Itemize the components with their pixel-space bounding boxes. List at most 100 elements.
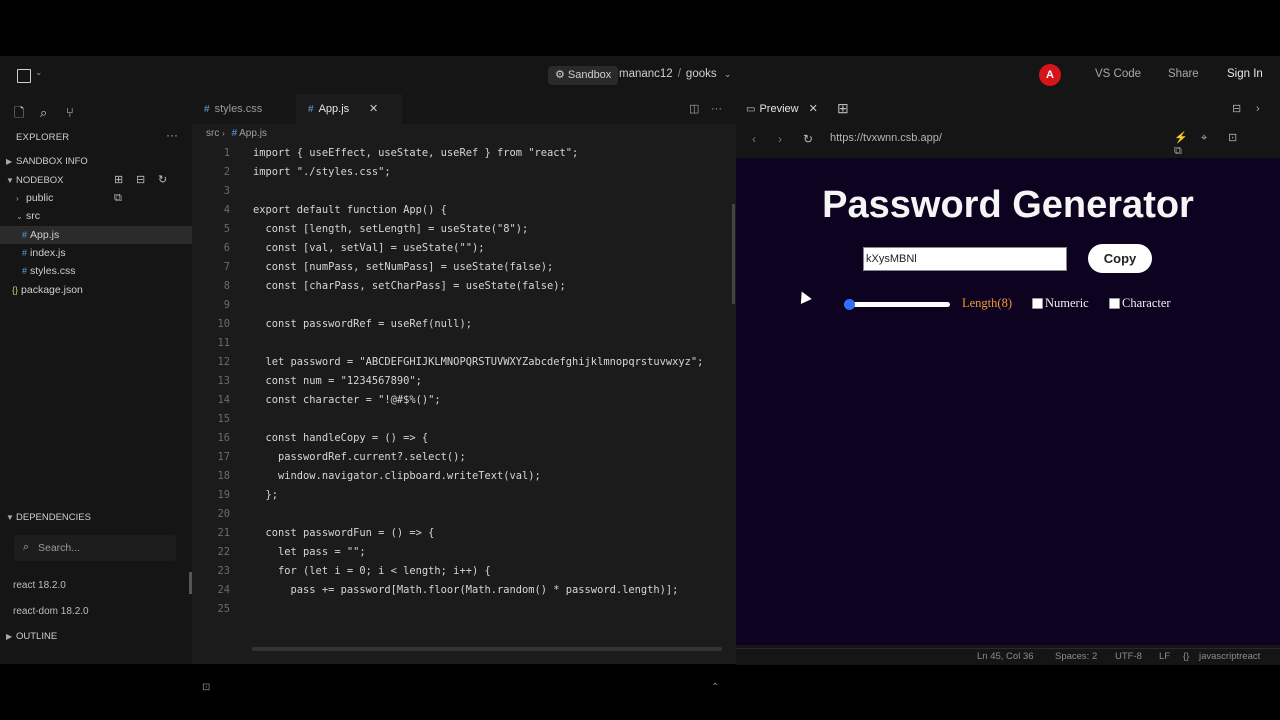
breadcrumb-file[interactable]: App.js: [239, 128, 267, 139]
indentation[interactable]: Spaces: 2: [1055, 651, 1097, 662]
editor-vertical-scrollbar[interactable]: [732, 204, 735, 304]
url-field[interactable]: https://tvxwnn.csb.app/: [830, 132, 942, 144]
add-tab-icon[interactable]: ⊞: [837, 100, 849, 117]
tab-app-js[interactable]: # App.js ✕: [296, 94, 402, 124]
magic-wand-icon[interactable]: ⚡: [1174, 131, 1201, 144]
more-options-icon[interactable]: ···: [166, 128, 178, 142]
language-mode[interactable]: javascriptreact: [1199, 651, 1260, 662]
files-icon[interactable]: 🗋: [14, 104, 40, 126]
code-line[interactable]: 21 const passwordFun = () => {: [192, 524, 722, 543]
code-line[interactable]: 20: [192, 505, 722, 524]
console-icon[interactable]: ⊡: [1228, 131, 1255, 144]
tab-styles-css[interactable]: # styles.css: [192, 94, 298, 124]
breadcrumb-dir[interactable]: src: [206, 128, 219, 139]
section-nodebox[interactable]: ▼ NODEBOX ⊞ ⊟ ↻⧉: [6, 171, 192, 204]
new-file-icon[interactable]: ⊞: [114, 171, 136, 189]
line-number: 16: [217, 432, 230, 444]
crosshair-icon[interactable]: ⌖: [1201, 132, 1228, 145]
tree-file-styles-css[interactable]: # styles.css: [0, 262, 192, 280]
code-line[interactable]: 12 let password = "ABCDEFGHIJKLMNOPQRSTU…: [192, 353, 722, 372]
close-tab-icon[interactable]: ✕: [809, 103, 818, 115]
more-options-icon[interactable]: ···: [711, 103, 733, 115]
code-line[interactable]: 17 passwordRef.current?.select();: [192, 448, 722, 467]
git-branch-icon[interactable]: ⑂: [66, 105, 92, 120]
copy-button[interactable]: Copy: [1088, 244, 1152, 273]
chevron-right-icon: ▶: [6, 632, 13, 641]
section-dependencies[interactable]: ▼ DEPENDENCIES: [6, 508, 198, 526]
code-line[interactable]: 24 pass += password[Math.floor(Math.rand…: [192, 581, 722, 600]
section-sandbox-info[interactable]: ▶ SANDBOX INFO: [6, 152, 198, 170]
line-number: 14: [217, 394, 230, 406]
slider-thumb[interactable]: [844, 299, 855, 310]
code-line[interactable]: 2 import "./styles.css";: [192, 163, 722, 182]
dependency-react-dom[interactable]: react-dom 18.2.0: [13, 606, 89, 617]
dependency-react[interactable]: react 18.2.0: [13, 580, 66, 591]
back-icon[interactable]: ‹: [752, 132, 756, 146]
tree-folder-public[interactable]: › public: [0, 189, 192, 207]
code-line[interactable]: 8 const [charPass, setCharPass] = useSta…: [192, 277, 722, 296]
code-line[interactable]: 10 const passwordRef = useRef(null);: [192, 315, 722, 334]
code-line[interactable]: 4 export default function App() {: [192, 201, 722, 220]
close-tab-icon[interactable]: ✕: [369, 94, 378, 124]
chevron-down-icon[interactable]: ⌄: [35, 67, 43, 78]
cursor-position[interactable]: Ln 45, Col 36: [977, 651, 1034, 662]
dependency-search-input[interactable]: ⌕ Search...: [14, 535, 176, 561]
code-line[interactable]: 23 for (let i = 0; i < length; i++) {: [192, 562, 722, 581]
code-line[interactable]: 15: [192, 410, 722, 429]
user-avatar[interactable]: A: [1039, 64, 1061, 86]
split-editor-icon[interactable]: ◫: [689, 102, 711, 115]
search-icon[interactable]: ⌕: [40, 105, 66, 121]
chevron-right-icon[interactable]: ›: [1256, 103, 1280, 115]
tree-file-index-js[interactable]: # index.js: [0, 244, 192, 262]
code-line[interactable]: 18 window.navigator.clipboard.writeText(…: [192, 467, 722, 486]
code-line[interactable]: 7 const [numPass, setNumPass] = useState…: [192, 258, 722, 277]
tree-label: App.js: [30, 229, 60, 241]
line-text: passwordRef.current?.select();: [253, 451, 466, 463]
editor-horizontal-scrollbar[interactable]: [252, 647, 722, 651]
code-line[interactable]: 13 const num = "1234567890";: [192, 372, 722, 391]
chevron-up-icon[interactable]: ⌃: [711, 682, 719, 693]
encoding[interactable]: UTF-8: [1115, 651, 1142, 662]
code-line[interactable]: 25: [192, 600, 722, 619]
code-line[interactable]: 19 };: [192, 486, 722, 505]
character-checkbox[interactable]: [1109, 298, 1120, 309]
code-line[interactable]: 11: [192, 334, 722, 353]
tree-file-app-js[interactable]: # App.js: [0, 226, 192, 244]
line-number: 11: [217, 337, 230, 349]
numeric-checkbox[interactable]: [1032, 298, 1043, 309]
code-line[interactable]: 3: [192, 182, 722, 201]
tree-file-package-json[interactable]: {} package.json: [0, 281, 192, 299]
code-line[interactable]: 9: [192, 296, 722, 315]
line-number: 6: [223, 242, 230, 254]
length-slider[interactable]: [844, 299, 950, 310]
line-text: import { useEffect, useState, useRef } f…: [253, 147, 579, 159]
section-outline[interactable]: ▶ OUTLINE: [6, 627, 198, 645]
tab-label: App.js: [318, 103, 350, 115]
code-line[interactable]: 5 const [length, setLength] = useState("…: [192, 220, 722, 239]
tree-folder-src[interactable]: ⌄ src: [0, 207, 192, 225]
password-input[interactable]: kXysMBNl: [863, 247, 1067, 271]
terminal-icon[interactable]: ⊡: [202, 682, 210, 693]
new-folder-icon[interactable]: ⊟: [136, 171, 158, 189]
layout-icon[interactable]: ⊟: [1232, 102, 1256, 115]
code-line[interactable]: 6 const [val, setVal] = useState("");: [192, 239, 722, 258]
chevron-down-icon: ▼: [6, 513, 14, 522]
vscode-button[interactable]: VS Code: [1095, 68, 1141, 80]
menu-square-icon[interactable]: [17, 69, 31, 83]
code-line[interactable]: 14 const character = "!@#$%()";: [192, 391, 722, 410]
chevron-right-icon: ›: [222, 129, 225, 138]
line-ending[interactable]: LF: [1159, 651, 1170, 662]
numeric-label: Numeric: [1045, 296, 1089, 310]
tab-preview[interactable]: ▭ Preview ✕: [746, 102, 818, 115]
refresh-icon[interactable]: ↻: [158, 171, 180, 189]
code-line[interactable]: 16 const handleCopy = () => {: [192, 429, 722, 448]
open-external-icon[interactable]: ⧉: [1174, 145, 1201, 158]
code-line[interactable]: 22 let pass = "";: [192, 543, 722, 562]
sandbox-badge[interactable]: ⚙ Sandbox: [548, 66, 619, 85]
reload-icon[interactable]: ↻: [803, 132, 813, 146]
sign-in-button[interactable]: Sign In: [1227, 68, 1263, 80]
code-line[interactable]: 1 import { useEffect, useState, useRef } …: [192, 144, 722, 163]
share-button[interactable]: Share: [1168, 68, 1199, 80]
project-breadcrumb[interactable]: mananc12 / gooks ⌄: [619, 68, 731, 80]
forward-icon[interactable]: ›: [778, 132, 782, 146]
